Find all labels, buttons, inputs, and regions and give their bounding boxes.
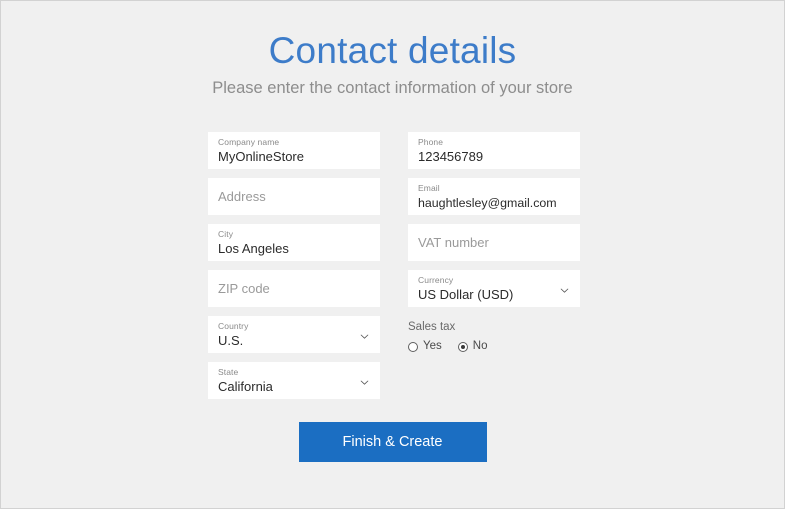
radio-no-icon[interactable] [457, 341, 468, 352]
field-label-state: State [218, 367, 239, 377]
page-title: Contact details [268, 30, 517, 71]
sales-tax-options: Yes No [408, 340, 580, 353]
field-phone[interactable]: Phone 123456789 [408, 132, 580, 169]
form-columns: Company name MyOnlineStore Address City … [208, 132, 580, 408]
contact-details-form: Company name MyOnlineStore Address City … [208, 132, 580, 408]
contact-details-page: Contact details Please enter the contact… [0, 0, 785, 509]
field-value-city: Los Angeles [218, 241, 289, 256]
field-placeholder-vat-number: VAT number [418, 234, 489, 250]
field-label-country: Country [218, 321, 249, 331]
field-zip-code[interactable]: ZIP code [208, 270, 380, 307]
field-vat-number[interactable]: VAT number [408, 224, 580, 261]
page-header: Contact details Please enter the contact… [1, 1, 784, 99]
field-label-company-name: Company name [218, 137, 280, 147]
radio-yes-icon[interactable] [408, 341, 418, 352]
submit-area: Finish & Create [1, 422, 784, 462]
field-label-phone: Phone [418, 137, 444, 147]
sales-tax-option-no-label: No [472, 340, 488, 352]
sales-tax-option-yes-label: Yes [423, 340, 442, 352]
field-placeholder-address: Address [218, 188, 266, 204]
page-subtitle: Please enter the contact information of … [212, 78, 573, 97]
field-address[interactable]: Address [208, 178, 380, 215]
field-email[interactable]: Email haughtlesley@gmail.com [408, 178, 580, 215]
field-value-company-name: MyOnlineStore [218, 149, 304, 164]
field-value-email: haughtlesley@gmail.com [418, 196, 557, 210]
field-value-state: California [218, 379, 273, 394]
field-label-city: City [218, 229, 234, 239]
sales-tax-label: Sales tax [408, 321, 456, 333]
field-value-phone: 123456789 [418, 149, 484, 164]
field-country[interactable]: Country U.S. [208, 316, 380, 353]
field-label-email: Email [418, 183, 440, 193]
field-placeholder-zip-code: ZIP code [218, 280, 270, 296]
sales-tax-option-yes[interactable]: Yes [408, 340, 442, 353]
finish-and-create-button[interactable]: Finish & Create [298, 422, 487, 462]
sales-tax-group: Sales tax Yes No [408, 316, 580, 353]
form-left-column: Company name MyOnlineStore Address City … [208, 132, 380, 408]
field-value-currency: US Dollar (USD) [418, 287, 514, 302]
sales-tax-option-no[interactable]: No [457, 340, 488, 353]
field-currency[interactable]: Currency US Dollar (USD) [408, 270, 580, 307]
form-right-column: Phone 123456789 Email haughtlesley@gmail… [408, 132, 580, 408]
field-company-name[interactable]: Company name MyOnlineStore [208, 132, 380, 169]
field-state[interactable]: State California [208, 362, 380, 399]
field-value-country: U.S. [218, 333, 244, 348]
field-city[interactable]: City Los Angeles [208, 224, 380, 261]
field-label-currency: Currency [418, 275, 454, 285]
